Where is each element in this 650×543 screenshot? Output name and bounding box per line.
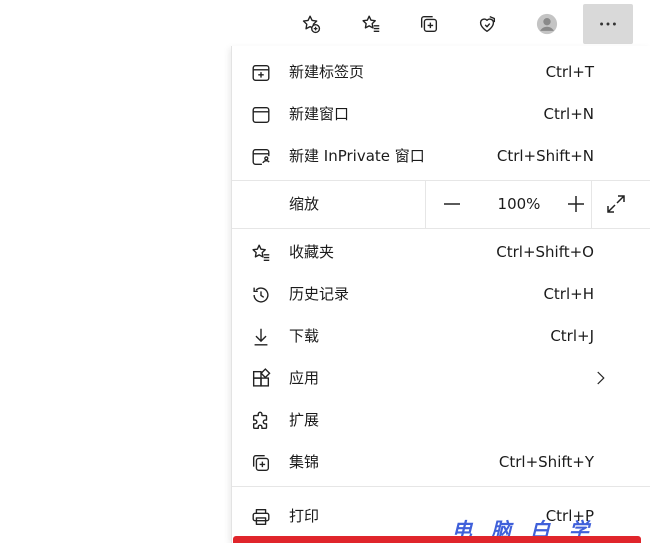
download-icon bbox=[249, 325, 273, 349]
menu-item-new-tab[interactable]: 新建标签页 Ctrl+T bbox=[232, 52, 637, 92]
browser-essentials-button[interactable] bbox=[469, 6, 505, 42]
highlight-bar bbox=[233, 536, 641, 543]
zoom-out-button[interactable] bbox=[440, 192, 464, 216]
collections-button[interactable] bbox=[411, 6, 447, 42]
menu-item-label: 集锦 bbox=[289, 453, 320, 471]
avatar-icon bbox=[536, 13, 558, 35]
menu-item-label: 打印 bbox=[289, 507, 320, 525]
menu-item-label: 新建 InPrivate 窗口 bbox=[289, 147, 425, 165]
fullscreen-button[interactable] bbox=[604, 192, 628, 216]
star-list-icon bbox=[362, 15, 380, 33]
profile-button[interactable] bbox=[529, 6, 565, 42]
menu-item-shortcut: Ctrl+T bbox=[545, 63, 594, 81]
chevron-right-icon bbox=[597, 371, 605, 385]
menu-item-label: 应用 bbox=[289, 369, 320, 387]
menu-item-label: 下载 bbox=[289, 327, 320, 345]
history-icon bbox=[249, 283, 273, 307]
menu-item-label: 历史记录 bbox=[289, 285, 350, 303]
collections-icon bbox=[420, 15, 438, 33]
menu-divider bbox=[232, 486, 650, 487]
zoom-level: 100% bbox=[497, 195, 541, 213]
menu-item-apps[interactable]: 应用 bbox=[232, 358, 637, 398]
extensions-icon bbox=[249, 409, 273, 433]
menu-item-extensions[interactable]: 扩展 bbox=[232, 400, 637, 440]
favorites-button[interactable] bbox=[353, 6, 389, 42]
menu-item-shortcut: Ctrl+N bbox=[543, 105, 594, 123]
zoom-in-button[interactable] bbox=[564, 192, 588, 216]
zoom-row: 缩放 100% bbox=[232, 180, 650, 228]
browser-toolbar bbox=[0, 0, 650, 46]
zoom-divider bbox=[591, 180, 592, 228]
settings-more-button[interactable] bbox=[583, 4, 633, 44]
menu-item-collections[interactable]: 集锦 Ctrl+Shift+Y bbox=[232, 442, 637, 482]
menu-item-shortcut: Ctrl+Shift+Y bbox=[498, 453, 594, 471]
star-add-icon bbox=[302, 15, 321, 34]
menu-item-label: 扩展 bbox=[289, 411, 320, 429]
favorites-icon bbox=[249, 241, 273, 265]
print-icon bbox=[249, 505, 273, 529]
zoom-label: 缩放 bbox=[289, 195, 320, 213]
menu-item-shortcut: Ctrl+Shift+O bbox=[496, 243, 594, 261]
menu-item-favorites[interactable]: 收藏夹 Ctrl+Shift+O bbox=[232, 232, 637, 272]
menu-item-history[interactable]: 历史记录 Ctrl+H bbox=[232, 274, 637, 314]
menu-item-label: 收藏夹 bbox=[289, 243, 335, 261]
menu-item-shortcut: Ctrl+J bbox=[550, 327, 594, 345]
new-window-icon bbox=[249, 103, 273, 127]
settings-menu: 新建标签页 Ctrl+T 新建窗口 Ctrl+N 新建 InPrivate 窗口… bbox=[231, 46, 650, 543]
menu-item-shortcut: Ctrl+H bbox=[543, 285, 594, 303]
menu-item-new-inprivate[interactable]: 新建 InPrivate 窗口 Ctrl+Shift+N bbox=[232, 136, 637, 176]
ellipsis-icon bbox=[600, 22, 616, 26]
heart-shield-icon bbox=[479, 16, 496, 33]
menu-item-shortcut: Ctrl+Shift+N bbox=[496, 147, 594, 165]
collections-icon bbox=[249, 451, 273, 475]
apps-icon bbox=[249, 367, 273, 391]
new-tab-icon bbox=[249, 61, 273, 85]
menu-divider bbox=[232, 228, 650, 229]
menu-item-label: 新建标签页 bbox=[289, 63, 365, 81]
inprivate-icon bbox=[249, 145, 273, 169]
menu-item-label: 新建窗口 bbox=[289, 105, 350, 123]
menu-item-new-window[interactable]: 新建窗口 Ctrl+N bbox=[232, 94, 637, 134]
zoom-controls: 100% bbox=[425, 180, 650, 228]
add-favorite-button[interactable] bbox=[293, 6, 329, 42]
menu-item-downloads[interactable]: 下载 Ctrl+J bbox=[232, 316, 637, 356]
